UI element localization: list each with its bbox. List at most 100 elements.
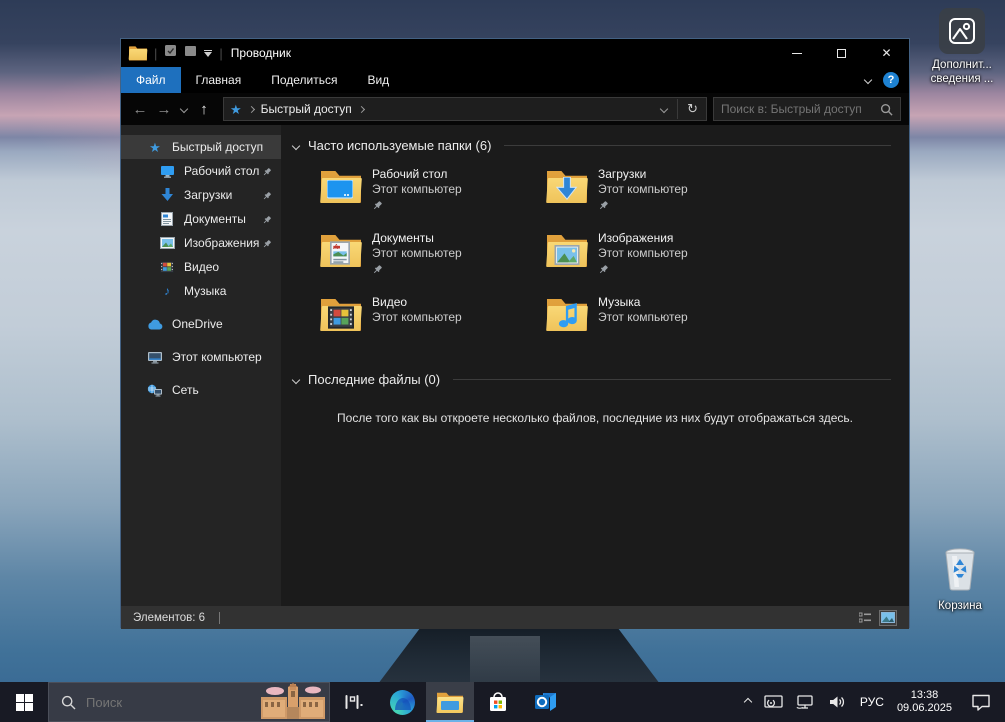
section-frequent-folders[interactable]: Часто используемые папки (6) bbox=[281, 125, 909, 153]
sidebar-item-network[interactable]: Сеть bbox=[121, 378, 281, 402]
tray-connect-icon[interactable] bbox=[764, 694, 783, 710]
taskbar-search-input[interactable] bbox=[86, 695, 247, 710]
sidebar-item-music[interactable]: ♪ Музыка bbox=[121, 279, 281, 303]
address-dropdown-icon[interactable] bbox=[660, 105, 668, 113]
svg-text:A: A bbox=[332, 242, 338, 251]
file-explorer-button[interactable] bbox=[426, 682, 474, 722]
edge-browser-button[interactable] bbox=[378, 682, 426, 722]
forward-button[interactable]: → bbox=[155, 101, 173, 118]
explorer-search-box[interactable] bbox=[713, 97, 901, 121]
breadcrumb-chevron-icon-2[interactable] bbox=[358, 105, 365, 112]
expand-ribbon-icon[interactable] bbox=[864, 76, 872, 84]
frequent-folders-grid: Рабочий стол Этот компьютер Загрузки Это… bbox=[321, 167, 909, 348]
collapse-section-icon[interactable] bbox=[292, 141, 300, 149]
details-view-button[interactable] bbox=[856, 610, 874, 626]
new-folder-icon[interactable] bbox=[184, 44, 197, 62]
title-bar[interactable]: | | Проводник ✕ bbox=[121, 39, 909, 67]
pin-icon bbox=[598, 200, 688, 211]
desktop-glyph-icon bbox=[327, 180, 353, 200]
pin-icon bbox=[262, 214, 272, 228]
pictures-icon bbox=[159, 235, 175, 251]
language-indicator[interactable]: РУС bbox=[860, 695, 884, 709]
sidebar-item-documents[interactable]: Документы bbox=[121, 207, 281, 231]
folder-tile-downloads[interactable]: Загрузки Этот компьютер bbox=[547, 167, 773, 220]
minimize-button[interactable] bbox=[774, 39, 819, 67]
explorer-window: | | Проводник ✕ Фай bbox=[120, 38, 910, 628]
folder-tile-videos[interactable]: Видео Этот компьютер bbox=[321, 295, 547, 348]
section-recent-title: Последние файлы (0) bbox=[308, 372, 440, 387]
desktop: Дополнит... сведения ... Корзина bbox=[0, 0, 1005, 722]
refresh-icon[interactable]: ↻ bbox=[677, 99, 700, 119]
customize-qat-icon[interactable] bbox=[204, 50, 212, 57]
recent-locations-icon[interactable] bbox=[180, 105, 188, 113]
ribbon-tabs: Файл Главная Поделиться Вид ? bbox=[121, 67, 909, 93]
status-bar: Элементов: 6 bbox=[121, 606, 909, 629]
search-highlight-image[interactable] bbox=[257, 683, 329, 721]
sidebar-item-downloads[interactable]: Загрузки bbox=[121, 183, 281, 207]
sidebar-item-onedrive[interactable]: OneDrive bbox=[121, 312, 281, 336]
address-bar[interactable]: ★ Быстрый доступ ↻ bbox=[223, 97, 707, 121]
breadcrumb-chevron-icon[interactable] bbox=[248, 105, 255, 112]
back-button[interactable]: ← bbox=[131, 101, 149, 118]
music-glyph-icon bbox=[558, 303, 580, 331]
search-icon bbox=[61, 695, 76, 710]
folder-tile-music[interactable]: Музыка Этот компьютер bbox=[547, 295, 773, 348]
outlook-icon bbox=[533, 690, 559, 714]
close-button[interactable]: ✕ bbox=[864, 39, 909, 67]
explorer-app-icon bbox=[129, 46, 147, 61]
network-icon bbox=[147, 382, 163, 398]
pin-icon bbox=[598, 264, 688, 275]
outlook-button[interactable] bbox=[522, 682, 570, 722]
tab-home[interactable]: Главная bbox=[181, 67, 257, 93]
file-explorer-icon bbox=[437, 692, 463, 713]
tray-network-icon[interactable] bbox=[796, 694, 815, 710]
videos-glyph-icon bbox=[328, 306, 354, 329]
wallpaper-pier-highlight bbox=[470, 636, 540, 684]
qat-separator-2: | bbox=[219, 46, 222, 61]
tray-volume-icon[interactable] bbox=[828, 694, 847, 710]
explorer-search-input[interactable] bbox=[721, 102, 874, 116]
this-pc-icon bbox=[147, 349, 163, 365]
up-button[interactable]: ↑ bbox=[195, 101, 213, 118]
sidebar-item-quick-access[interactable]: ★ Быстрый доступ bbox=[121, 135, 281, 159]
breadcrumb-root[interactable]: Быстрый доступ bbox=[261, 102, 352, 116]
documents-glyph-icon: A bbox=[330, 241, 350, 265]
sidebar-item-videos[interactable]: Видео bbox=[121, 255, 281, 279]
qat-separator: | bbox=[154, 46, 157, 61]
desktop-icon-info[interactable]: Дополнит... сведения ... bbox=[923, 8, 1001, 86]
navigation-bar: ← → ↑ ★ Быстрый доступ ↻ bbox=[121, 93, 909, 125]
downloads-icon bbox=[159, 187, 175, 203]
folder-tile-documents[interactable]: A Документы Этот компьютер bbox=[321, 231, 547, 284]
tab-file[interactable]: Файл bbox=[121, 67, 181, 93]
desktop-icon-recycle-bin[interactable]: Корзина bbox=[921, 546, 999, 613]
folder-tile-desktop[interactable]: Рабочий стол Этот компьютер bbox=[321, 167, 547, 220]
content-pane: Часто используемые папки (6) Рабочий сто… bbox=[281, 125, 909, 606]
tab-share[interactable]: Поделиться bbox=[256, 67, 352, 93]
help-icon[interactable]: ? bbox=[883, 72, 899, 88]
section-recent-files[interactable]: Последние файлы (0) bbox=[281, 348, 909, 387]
start-button[interactable] bbox=[0, 682, 48, 722]
microsoft-store-button[interactable] bbox=[474, 682, 522, 722]
search-icon[interactable] bbox=[880, 103, 893, 116]
taskbar-search-box[interactable] bbox=[48, 682, 330, 722]
clock[interactable]: 13:38 09.06.2025 bbox=[897, 689, 952, 715]
recycle-bin-label: Корзина bbox=[921, 599, 999, 613]
desktop-icon-info-label-2: сведения ... bbox=[923, 72, 1001, 86]
tray-expand-icon[interactable] bbox=[744, 698, 752, 706]
pin-icon bbox=[262, 238, 272, 252]
action-center-icon[interactable] bbox=[971, 693, 991, 711]
tab-view[interactable]: Вид bbox=[352, 67, 404, 93]
collapse-section-icon[interactable] bbox=[292, 375, 300, 383]
sidebar-item-desktop[interactable]: Рабочий стол bbox=[121, 159, 281, 183]
properties-icon[interactable] bbox=[164, 44, 177, 62]
taskbar: РУС 13:38 09.06.2025 bbox=[0, 682, 1005, 722]
sidebar-item-pictures[interactable]: Изображения bbox=[121, 231, 281, 255]
thumbnail-view-button[interactable] bbox=[879, 610, 897, 626]
maximize-button[interactable] bbox=[819, 39, 864, 67]
documents-icon bbox=[159, 211, 175, 227]
sidebar-item-this-pc[interactable]: Этот компьютер bbox=[121, 345, 281, 369]
task-view-button[interactable] bbox=[330, 682, 378, 722]
folder-tile-pictures[interactable]: Изображения Этот компьютер bbox=[547, 231, 773, 284]
clock-time: 13:38 bbox=[897, 689, 952, 702]
windows-logo-icon bbox=[16, 694, 33, 711]
